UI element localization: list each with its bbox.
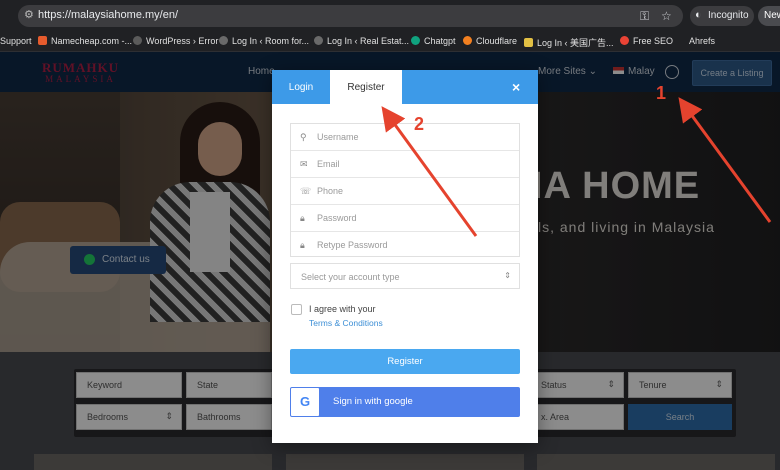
address-bar[interactable]: ⚙ https://malaysiahome.my/en/ ⚿ ☆: [18, 5, 683, 27]
password-placeholder: Password: [317, 213, 357, 223]
phone-placeholder: Phone: [317, 186, 344, 196]
agree-text: I agree with your: [309, 304, 376, 314]
bookmark-item[interactable]: Ahrefs: [689, 36, 715, 46]
site-info-icon[interactable]: ⚙: [24, 8, 34, 21]
auth-modal: Login Register × ⚲ Username ✉ Email ☏ Ph…: [272, 70, 538, 443]
ny-icon: [524, 38, 533, 47]
cloudflare-icon: [463, 36, 472, 45]
google-icon: G: [291, 388, 319, 416]
tab-login[interactable]: Login: [272, 70, 330, 104]
tab-register[interactable]: Register: [330, 70, 402, 104]
phone-icon: ☏: [300, 186, 312, 196]
bookmark-label: Free SEO: [633, 36, 674, 46]
account-type-placeholder: Select your account type: [301, 272, 400, 282]
lock-icon: 🔒︎: [300, 240, 305, 250]
bookmark-star-icon[interactable]: ☆: [661, 9, 672, 23]
bookmark-item[interactable]: Support: [0, 36, 32, 46]
password-field[interactable]: 🔒︎ Password: [291, 205, 519, 232]
bookmark-label: Namecheap.com -...: [51, 36, 133, 46]
select-arrows-icon: ⇕: [504, 271, 511, 280]
register-fields: ⚲ Username ✉ Email ☏ Phone 🔒︎ Password 🔒…: [290, 123, 520, 257]
register-button[interactable]: Register: [290, 349, 520, 374]
bookmark-label: Cloudflare: [476, 36, 518, 46]
username-field[interactable]: ⚲ Username: [291, 124, 519, 151]
lock-icon: 🔒︎: [300, 213, 305, 223]
annotation-number-1: 1: [656, 83, 667, 103]
bookmark-item[interactable]: WordPress › Error: [133, 36, 218, 46]
bookmark-label: Log In ‹ Real Estat...: [327, 36, 410, 46]
bookmark-item[interactable]: Chatgpt: [411, 36, 456, 46]
retype-password-field[interactable]: 🔒︎ Retype Password: [291, 232, 519, 259]
google-signin-label: Sign in with google: [333, 396, 413, 407]
bookmark-label: Ahrefs: [689, 36, 716, 46]
incognito-label: Incognito: [708, 10, 749, 21]
bookmark-item[interactable]: Free SEO: [620, 36, 673, 46]
bookmark-item[interactable]: Log In ‹ Room for...: [219, 36, 309, 46]
envelope-icon: ✉: [300, 159, 308, 169]
user-icon: ⚲: [300, 132, 307, 142]
key-icon[interactable]: ⚿: [640, 9, 649, 24]
url-text[interactable]: https://malaysiahome.my/en/: [38, 9, 178, 21]
chatgpt-icon: [411, 36, 420, 45]
terms-link[interactable]: Terms & Conditions: [309, 318, 383, 328]
email-field[interactable]: ✉ Email: [291, 151, 519, 178]
browser-toolbar: ⚙ https://malaysiahome.my/en/ ⚿ ☆ ◐ Inco…: [0, 0, 780, 32]
wordpress-icon: [314, 36, 323, 45]
email-placeholder: Email: [317, 159, 340, 169]
bookmark-item[interactable]: Namecheap.com -...: [38, 36, 132, 46]
close-icon[interactable]: ×: [512, 79, 520, 95]
bookmark-label: Log In ‹ 美国广告...: [537, 38, 614, 48]
account-type-select[interactable]: Select your account type ⇕: [290, 263, 520, 289]
seo-icon: [620, 36, 629, 45]
retype-password-placeholder: Retype Password: [317, 240, 388, 250]
new-button-label: New: [764, 10, 780, 21]
new-button[interactable]: New: [758, 6, 780, 26]
bookmarks-bar: Support Namecheap.com -... WordPress › E…: [0, 32, 780, 52]
bookmark-label: Chatgpt: [424, 36, 456, 46]
auth-tabs: Login Register ×: [272, 70, 538, 104]
bookmark-label: WordPress › Error: [146, 36, 219, 46]
incognito-icon: ◐: [695, 9, 702, 21]
bookmark-item[interactable]: Log In ‹ Real Estat...: [314, 36, 409, 46]
bookmark-item[interactable]: Cloudflare: [463, 36, 517, 46]
globe-icon: [219, 36, 228, 45]
namecheap-icon: [38, 36, 47, 45]
google-signin-button[interactable]: G Sign in with google: [290, 387, 520, 417]
bookmark-label: Log In ‹ Room for...: [232, 36, 310, 46]
username-placeholder: Username: [317, 132, 359, 142]
terms-checkbox[interactable]: [291, 304, 302, 315]
incognito-badge[interactable]: ◐ Incognito: [690, 6, 754, 26]
wordpress-icon: [133, 36, 142, 45]
bookmark-item[interactable]: Log In ‹ 美国广告...: [524, 36, 614, 49]
bookmark-label: Support: [0, 36, 32, 46]
phone-field[interactable]: ☏ Phone: [291, 178, 519, 205]
annotation-number-2: 2: [414, 114, 425, 134]
